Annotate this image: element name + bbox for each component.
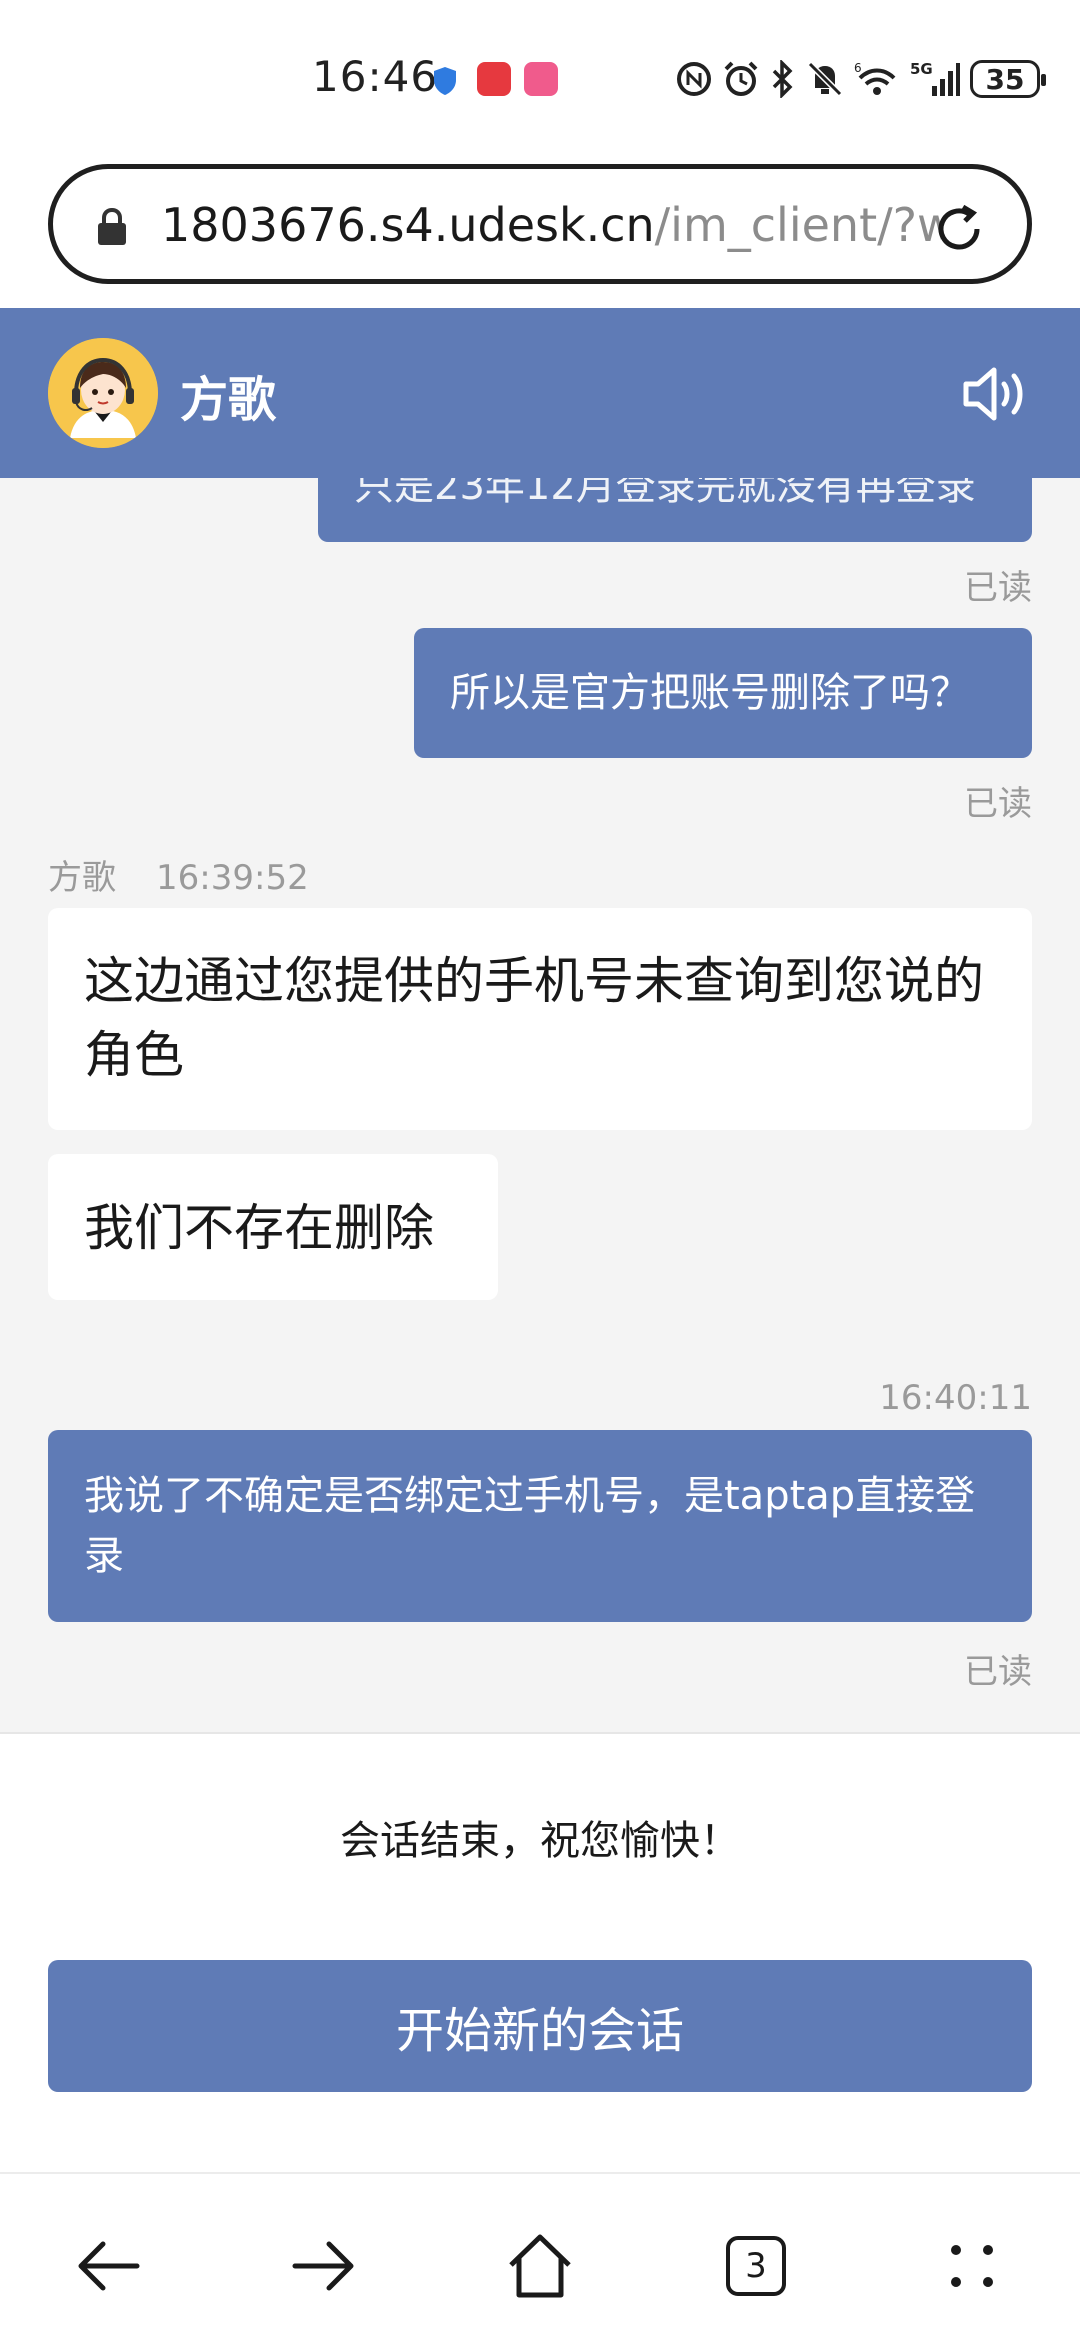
incoming-message-bubble: 我们不存在删除	[48, 1154, 498, 1300]
svg-text:5G: 5G	[910, 60, 933, 78]
session-end-text: 会话结束，祝您愉快！	[340, 1818, 740, 1864]
wifi-icon: 6	[854, 61, 896, 95]
chat-messages[interactable]: 只是23年12月登录完就没有再登录 已读 所以是官方把账号删除了吗？ 已读 方歌…	[0, 478, 1080, 1732]
nfc-icon	[677, 62, 711, 96]
signal-5g-icon: 5G	[910, 60, 960, 96]
battery-icon: 35	[970, 60, 1046, 98]
tabs-button[interactable]: 3	[716, 2226, 796, 2306]
bluetooth-icon	[772, 60, 793, 98]
message-text: 我说了不确定是否绑定过手机号，是taptap直接登录	[84, 1473, 976, 1579]
tab-count: 3	[726, 2236, 786, 2296]
agent-message-meta: 方歌 16:39:52	[48, 850, 309, 899]
more-menu-button[interactable]	[932, 2226, 1012, 2306]
url-text[interactable]: 1803676.s4.udesk.cn/im_client/?w	[161, 195, 941, 255]
status-icons: 6 5G 35	[676, 58, 1046, 100]
agent-name: 方歌	[180, 372, 277, 428]
reload-icon[interactable]	[929, 199, 989, 259]
alarm-icon	[724, 61, 758, 96]
outgoing-message-bubble: 我说了不确定是否绑定过手机号，是taptap直接登录	[48, 1430, 1032, 1622]
message-time: 16:39:52	[156, 858, 309, 898]
agent-avatar-image	[48, 338, 158, 448]
message-text: 这边通过您提供的手机号未查询到您说的角色	[84, 952, 984, 1084]
more-dots-icon	[951, 2245, 993, 2287]
forward-button[interactable]	[284, 2226, 364, 2306]
url-path: /im_client/?w	[654, 198, 941, 252]
bilibili-app-icon	[524, 62, 558, 96]
back-arrow-icon	[78, 2241, 140, 2291]
home-icon	[509, 2234, 571, 2298]
back-button[interactable]	[68, 2226, 148, 2306]
url-bar[interactable]: 1803676.s4.udesk.cn/im_client/?w	[48, 164, 1032, 284]
mute-icon	[807, 61, 843, 97]
read-status: 已读	[964, 1652, 1032, 1692]
message-text: 所以是官方把账号删除了吗？	[450, 670, 970, 716]
browser-bottom-nav: 3	[0, 2172, 1080, 2340]
shield-icon	[434, 67, 456, 95]
read-status: 已读	[964, 568, 1032, 608]
sender-name: 方歌	[48, 858, 116, 898]
incoming-message-bubble: 这边通过您提供的手机号未查询到您说的角色	[48, 908, 1032, 1130]
status-time: 16:46	[312, 52, 439, 101]
home-button[interactable]	[500, 2226, 580, 2306]
outgoing-message-bubble: 只是23年12月登录完就没有再登录	[318, 478, 1032, 542]
message-text: 只是23年12月登录完就没有再登录	[354, 478, 976, 509]
url-host: 1803676.s4.udesk.cn	[161, 198, 655, 252]
read-status: 已读	[964, 784, 1032, 824]
status-bar: 16:46 6 5G 35	[0, 0, 1080, 160]
svg-text:6: 6	[854, 61, 862, 75]
chat-header: 方歌	[0, 308, 1080, 478]
message-time: 16:40:11	[879, 1378, 1032, 1418]
speaker-icon[interactable]	[962, 364, 1032, 424]
huawei-app-icon	[477, 62, 511, 96]
session-end-panel: 会话结束，祝您愉快！ 开始新的会话	[0, 1732, 1080, 2172]
agent-avatar	[48, 338, 158, 448]
forward-arrow-icon	[292, 2241, 354, 2291]
message-text: 我们不存在删除	[84, 1199, 434, 1257]
start-new-session-button[interactable]: 开始新的会话	[48, 1960, 1032, 2092]
outgoing-message-bubble: 所以是官方把账号删除了吗？	[414, 628, 1032, 758]
lock-icon	[98, 207, 126, 245]
